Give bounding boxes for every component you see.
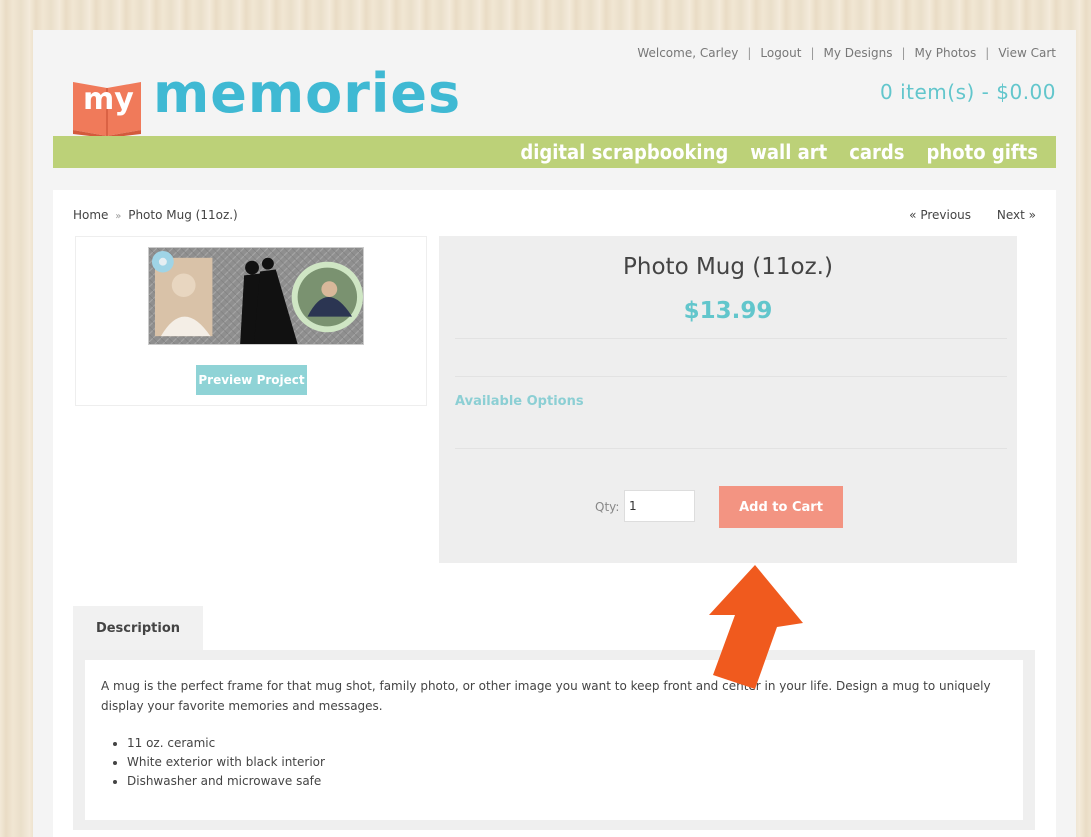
logo-memories-text: memories: [153, 62, 462, 125]
divider: [455, 338, 1007, 339]
mug-design-image[interactable]: [148, 247, 364, 345]
my-designs-link[interactable]: My Designs: [824, 46, 893, 60]
next-link[interactable]: Next »: [997, 208, 1036, 222]
product-content: Home » Photo Mug (11oz.) « Previous Next…: [53, 190, 1056, 837]
list-item: 11 oz. ceramic: [127, 734, 1007, 753]
preview-project-button[interactable]: Preview Project: [196, 365, 307, 395]
logout-link[interactable]: Logout: [760, 46, 801, 60]
my-photos-link[interactable]: My Photos: [915, 46, 977, 60]
tab-description[interactable]: Description: [73, 606, 203, 650]
product-pager: « Previous Next »: [887, 208, 1036, 222]
description-text: A mug is the perfect frame for that mug …: [101, 679, 991, 713]
link-separator: |: [747, 46, 752, 60]
link-separator: |: [810, 46, 815, 60]
add-to-cart-button[interactable]: Add to Cart: [719, 486, 843, 528]
qty-input[interactable]: [624, 490, 695, 522]
nav-digital-scrapbooking[interactable]: digital scrapbooking: [520, 140, 728, 164]
welcome-text: Welcome, Carley: [637, 46, 739, 60]
nav-cards[interactable]: cards: [849, 140, 904, 164]
breadcrumb-current: Photo Mug (11oz.): [128, 208, 238, 222]
description-panel: A mug is the perfect frame for that mug …: [73, 650, 1035, 830]
account-links: Welcome, Carley | Logout | My Designs | …: [637, 46, 1056, 60]
description-content: A mug is the perfect frame for that mug …: [85, 660, 1023, 820]
divider: [455, 448, 1007, 449]
breadcrumb-home[interactable]: Home: [73, 208, 108, 222]
product-price: $13.99: [683, 298, 773, 324]
page-container: my memories Welcome, Carley | Logout | M…: [33, 30, 1076, 837]
list-item: Dishwasher and microwave safe: [127, 772, 1007, 791]
link-separator: |: [901, 46, 906, 60]
product-title: Photo Mug (11oz.): [623, 254, 833, 280]
nav-photo-gifts[interactable]: photo gifts: [927, 140, 1038, 164]
nav-wall-art[interactable]: wall art: [750, 140, 827, 164]
qty-label: Qty:: [595, 500, 620, 514]
main-nav: digital scrapbooking wall art cards phot…: [53, 136, 1056, 168]
cart-summary[interactable]: 0 item(s) - $0.00: [880, 80, 1056, 104]
feature-list: 11 oz. ceramic White exterior with black…: [101, 734, 1007, 791]
product-info-panel: Photo Mug (11oz.) $13.99 Available Optio…: [439, 236, 1017, 563]
arrow-icon: [709, 565, 803, 689]
breadcrumb: Home » Photo Mug (11oz.): [73, 208, 238, 222]
logo-my-text: my: [83, 82, 134, 117]
view-cart-link[interactable]: View Cart: [998, 46, 1056, 60]
breadcrumb-separator: »: [115, 211, 122, 222]
previous-link[interactable]: « Previous: [909, 208, 971, 222]
divider: [455, 376, 1007, 377]
product-image-box: Preview Project: [75, 236, 427, 406]
list-item: White exterior with black interior: [127, 753, 1007, 772]
link-separator: |: [985, 46, 990, 60]
available-options-label: Available Options: [455, 394, 584, 409]
